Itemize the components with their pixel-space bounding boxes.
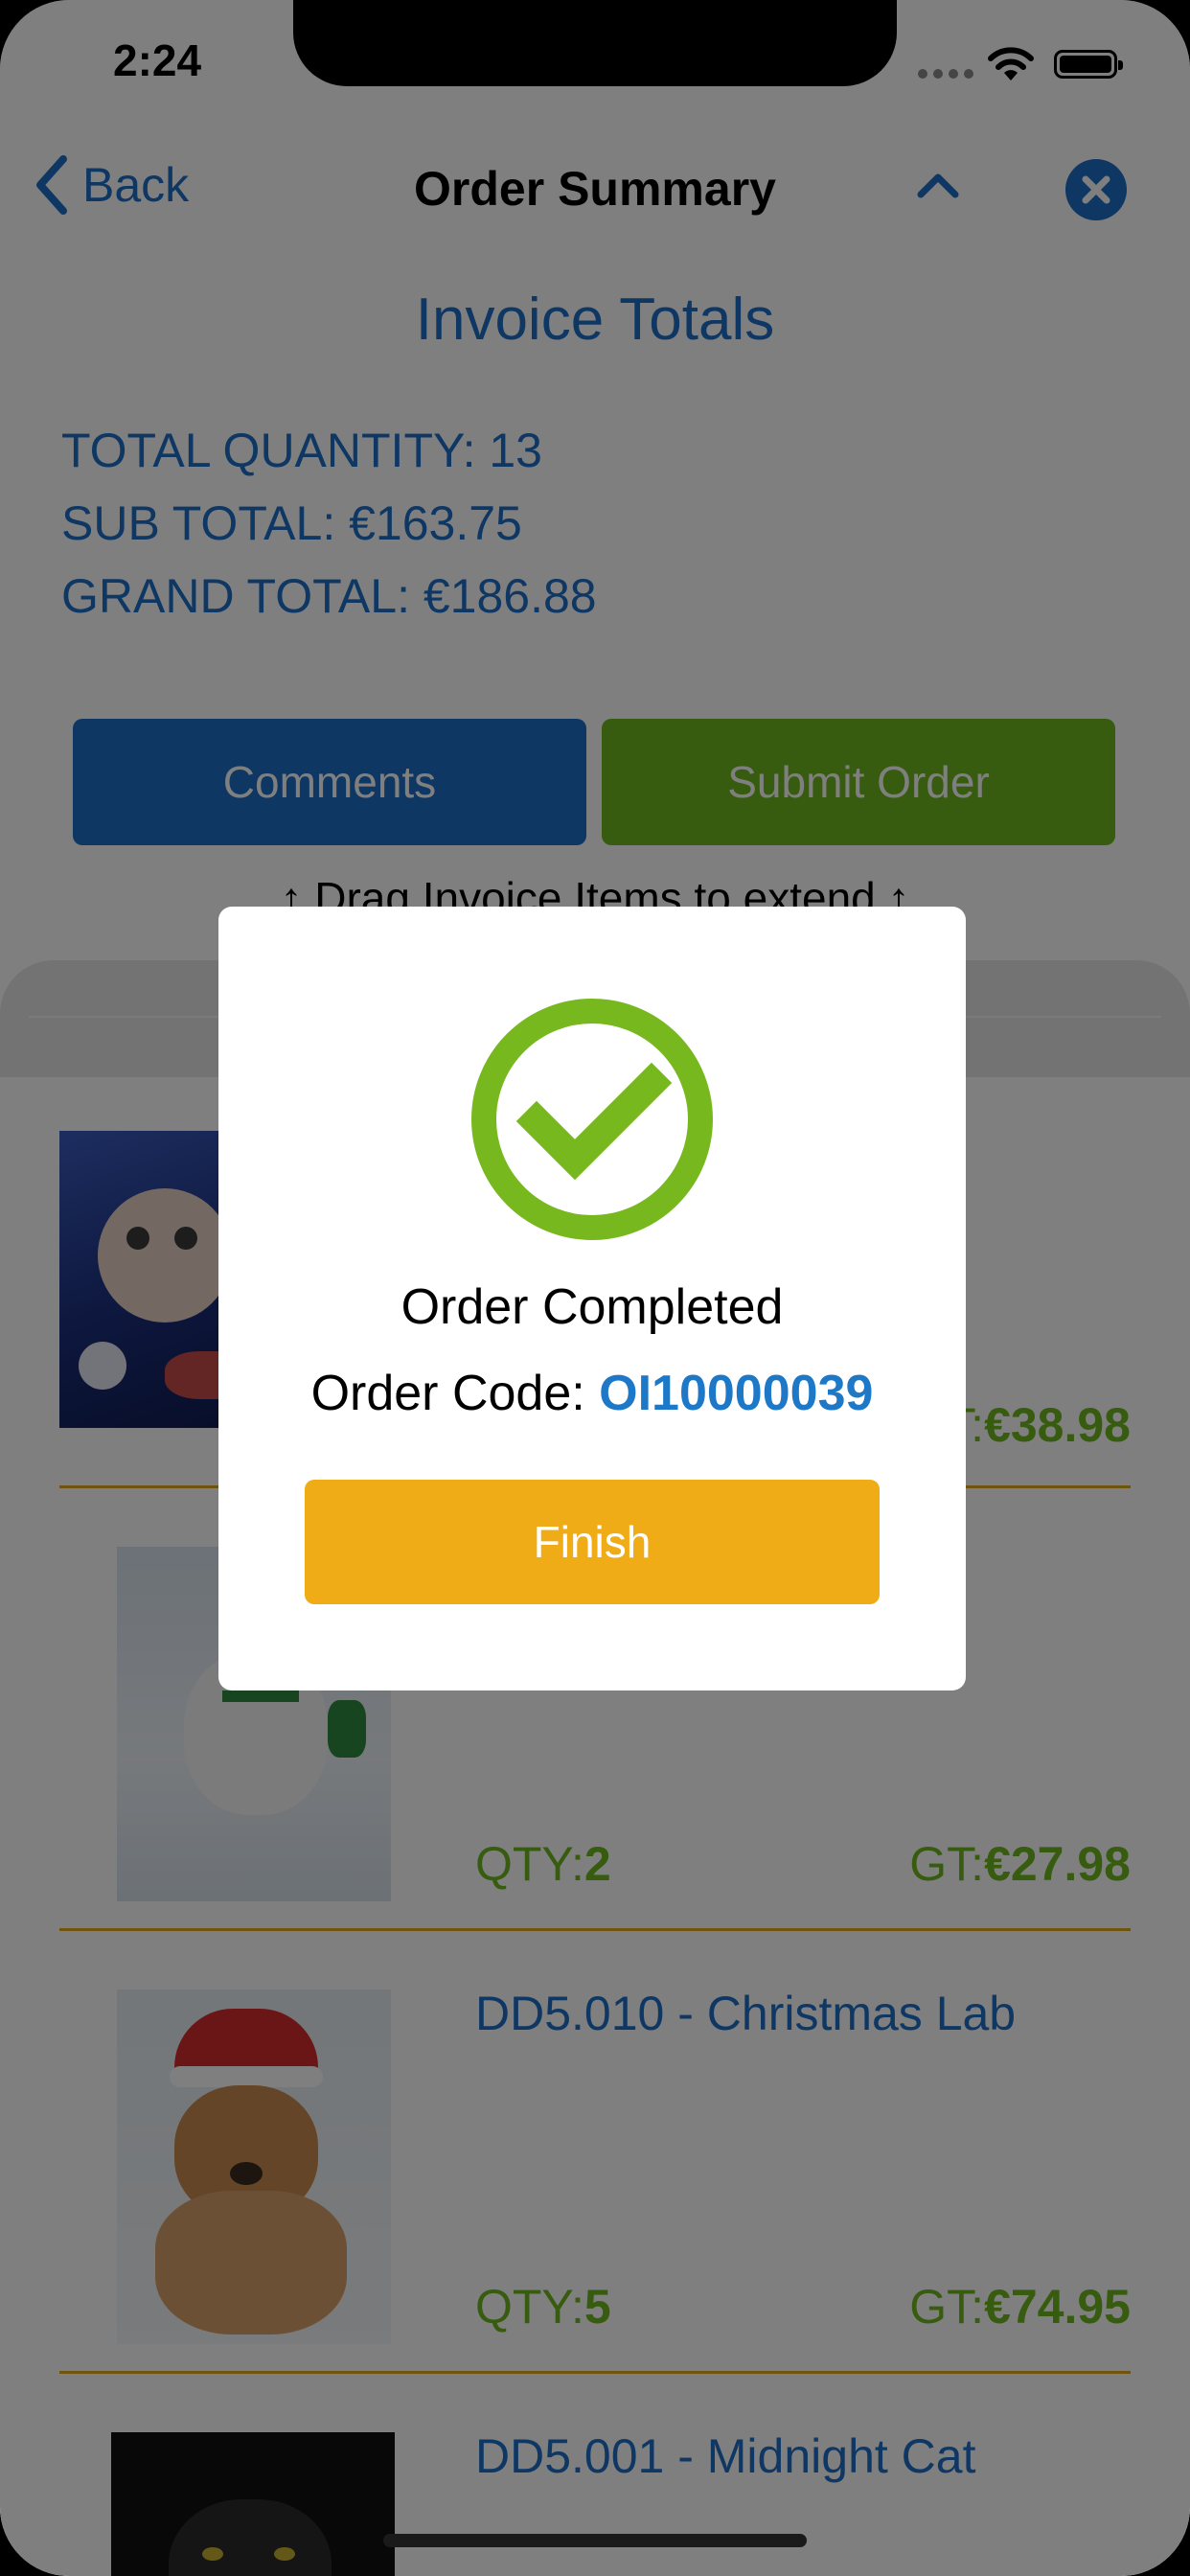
order-code: Order Code: OI10000039 bbox=[218, 1365, 966, 1422]
home-indicator[interactable] bbox=[383, 2534, 807, 2547]
dialog-title: Order Completed bbox=[400, 1279, 784, 1335]
checkmark-circle-icon bbox=[471, 999, 713, 1240]
order-code-label: Order Code: bbox=[310, 1366, 600, 1421]
order-completed-dialog: Order Completed Order Code: OI10000039 F… bbox=[218, 907, 966, 1690]
order-code-value: OI10000039 bbox=[599, 1366, 874, 1421]
app-screen: 2:24 Back Order Summary Invoice Totals T… bbox=[0, 0, 1190, 2576]
finish-button[interactable]: Finish bbox=[305, 1480, 880, 1604]
